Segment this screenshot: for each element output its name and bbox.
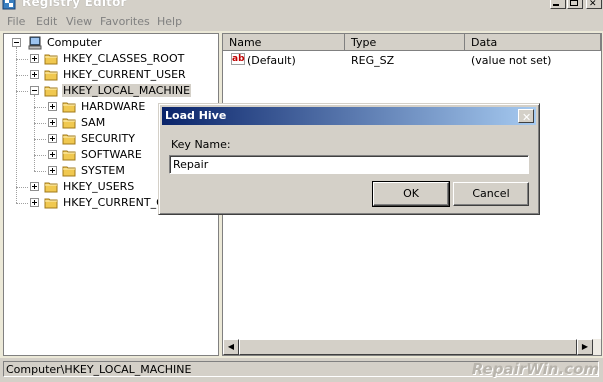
folder-icon bbox=[62, 102, 76, 113]
value-data: (value not set) bbox=[471, 54, 552, 67]
title-bar: Registry Editor ✕ bbox=[0, 0, 603, 11]
folder-icon bbox=[44, 54, 58, 65]
menu-help[interactable]: Help bbox=[157, 15, 182, 28]
computer-icon bbox=[28, 36, 42, 50]
tree-label: SOFTWARE bbox=[81, 148, 142, 161]
string-value-icon: ab bbox=[231, 53, 245, 65]
scroll-thumb[interactable] bbox=[239, 339, 577, 355]
tree-label: HKEY_USERS bbox=[63, 180, 135, 193]
folder-icon bbox=[62, 150, 76, 161]
tree-label: HKEY_CURRENT_C bbox=[63, 196, 164, 209]
expand-toggle[interactable] bbox=[48, 118, 57, 127]
expand-toggle[interactable] bbox=[30, 70, 39, 79]
tree-item[interactable]: HKEY_LOCAL_MACHINE bbox=[4, 83, 218, 99]
status-bar: Computer\HKEY_LOCAL_MACHINE RepairWin.co… bbox=[0, 358, 603, 382]
horizontal-scrollbar[interactable]: ◀ ▶ bbox=[223, 339, 601, 355]
expand-toggle[interactable] bbox=[48, 134, 57, 143]
expand-toggle[interactable] bbox=[30, 54, 39, 63]
column-header-name[interactable]: Name bbox=[223, 34, 345, 51]
registry-editor-icon bbox=[2, 0, 16, 10]
tree-item[interactable]: HKEY_CURRENT_USER bbox=[4, 67, 218, 83]
folder-icon bbox=[44, 70, 58, 81]
tree-connector bbox=[34, 139, 46, 140]
expand-toggle[interactable] bbox=[48, 166, 57, 175]
close-button[interactable]: ✕ bbox=[586, 0, 602, 9]
expand-toggle[interactable] bbox=[48, 150, 57, 159]
menu-file[interactable]: File bbox=[7, 15, 25, 28]
tree-connector bbox=[16, 203, 28, 204]
menu-bar: File Edit View Favorites Help bbox=[0, 11, 603, 31]
column-header-type[interactable]: Type bbox=[345, 34, 465, 51]
tree-label: HKEY_CLASSES_ROOT bbox=[63, 52, 185, 65]
tree-label: Computer bbox=[47, 36, 102, 49]
tree-label: HARDWARE bbox=[81, 100, 146, 113]
tree-label: SYSTEM bbox=[81, 164, 125, 177]
tree-label: HKEY_CURRENT_USER bbox=[63, 68, 186, 81]
value-type: REG_SZ bbox=[351, 54, 395, 67]
load-hive-dialog: Load Hive ✕ Key Name: OK Cancel bbox=[158, 103, 540, 215]
open-folder-icon bbox=[44, 86, 58, 97]
tree-label: SAM bbox=[81, 116, 106, 129]
ok-button[interactable]: OK bbox=[372, 181, 450, 207]
folder-icon bbox=[62, 166, 76, 177]
folder-icon bbox=[62, 118, 76, 129]
tree-connector bbox=[34, 107, 46, 108]
expand-toggle[interactable] bbox=[48, 102, 57, 111]
tree-connector bbox=[16, 187, 28, 188]
tree-connector bbox=[34, 155, 46, 156]
scroll-left-icon[interactable]: ◀ bbox=[223, 339, 239, 355]
menu-view[interactable]: View bbox=[66, 15, 92, 28]
tree-connector bbox=[34, 123, 46, 124]
tree-connector bbox=[16, 75, 28, 76]
expand-toggle[interactable] bbox=[30, 182, 39, 191]
tree-connector bbox=[16, 59, 28, 60]
minimize-button[interactable] bbox=[550, 0, 566, 9]
maximize-button[interactable] bbox=[567, 0, 583, 9]
tree-connector bbox=[34, 171, 46, 172]
tree-item-computer[interactable]: Computer bbox=[4, 35, 218, 51]
watermark: RepairWin.com bbox=[471, 360, 599, 378]
folder-icon bbox=[62, 134, 76, 145]
dialog-title-bar: Load Hive ✕ bbox=[162, 107, 536, 125]
key-name-label: Key Name: bbox=[171, 138, 231, 151]
column-header-data[interactable]: Data bbox=[465, 34, 601, 51]
tree-label: HKEY_LOCAL_MACHINE bbox=[62, 84, 192, 97]
dialog-title: Load Hive bbox=[165, 109, 227, 122]
dialog-close-button[interactable]: ✕ bbox=[518, 109, 534, 123]
key-name-input[interactable] bbox=[169, 155, 529, 174]
tree-connector bbox=[16, 91, 28, 92]
menu-favorites[interactable]: Favorites bbox=[100, 15, 150, 28]
collapse-toggle[interactable] bbox=[12, 38, 21, 47]
menu-edit[interactable]: Edit bbox=[36, 15, 57, 28]
close-icon: ✕ bbox=[522, 111, 532, 124]
tree-item[interactable]: HKEY_CLASSES_ROOT bbox=[4, 51, 218, 67]
collapse-toggle[interactable] bbox=[30, 86, 39, 95]
window-title: Registry Editor bbox=[22, 0, 127, 9]
scroll-right-icon[interactable]: ▶ bbox=[577, 339, 593, 355]
folder-icon bbox=[44, 198, 58, 209]
tree-label: SECURITY bbox=[81, 132, 135, 145]
expand-toggle[interactable] bbox=[30, 198, 39, 207]
value-name: (Default) bbox=[247, 54, 296, 67]
cancel-button[interactable]: Cancel bbox=[453, 182, 529, 206]
folder-icon bbox=[44, 182, 58, 193]
